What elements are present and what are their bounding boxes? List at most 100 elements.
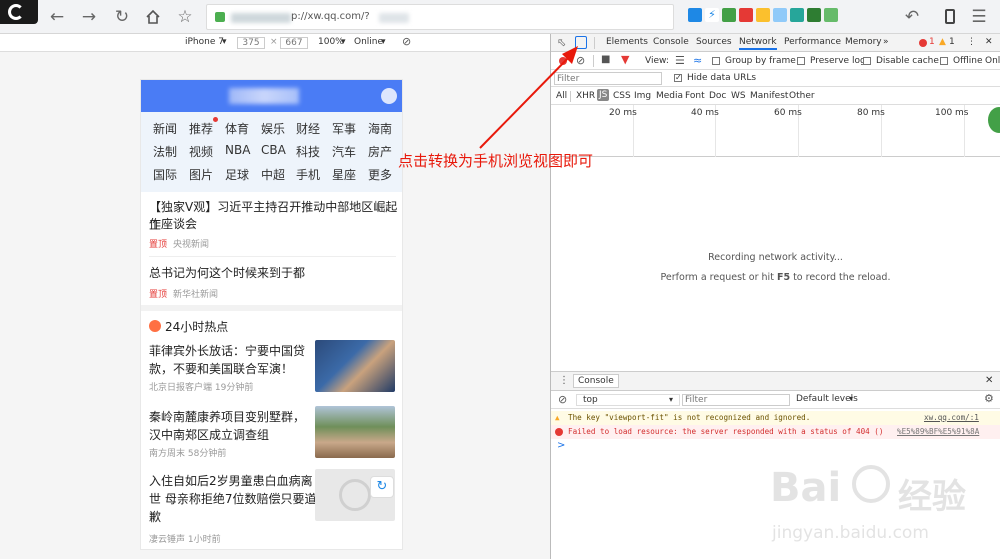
type-filter-media[interactable]: Media [656,91,683,101]
undo-icon[interactable]: ↶ [900,5,924,29]
top-news-title-cont[interactable]: 作座谈会 [149,215,197,233]
screen-ext-icon[interactable] [807,8,821,22]
tab-memory[interactable]: Memory [845,37,882,47]
height-input[interactable]: 667 [280,37,308,49]
close-drawer-icon[interactable]: ✕ [985,375,993,386]
kebab-menu-icon[interactable]: ⋮ [967,37,976,47]
disable-cache-checkbox[interactable] [863,57,871,65]
context-select[interactable]: top ▾ [576,394,680,406]
hot-news-title[interactable]: 菲律宾外长放话：宁要中国贷 [149,342,305,360]
tab-performance[interactable]: Performance [784,37,841,47]
grid-icon[interactable] [688,8,702,22]
category-item[interactable]: 房产 [368,143,392,160]
category-item[interactable]: 中超 [261,166,285,183]
lightning-icon[interactable]: ⚡ [705,8,719,22]
type-filter-font[interactable]: Font [685,91,705,101]
hot-news-title-cont[interactable]: 款，不要和美国联合军演！ [149,360,293,378]
category-item[interactable]: 财经 [296,120,320,137]
hide-data-urls-checkbox[interactable]: ✓ [674,74,682,82]
console-drawer-tab[interactable]: Console [573,374,619,388]
hot-news-title[interactable]: 秦岭南麓康养项目变别墅群， [149,408,305,426]
category-item[interactable]: NBA [225,143,250,157]
device-select[interactable]: iPhone 7 [185,37,224,47]
zoom-select[interactable]: 100% [318,37,344,47]
type-filter-ws[interactable]: WS [731,91,746,101]
hot-news-title-cont[interactable]: 汉中南郑区成立调查组 [149,426,269,444]
photo-ext-icon[interactable] [824,8,838,22]
category-item[interactable]: 推荐 [189,120,213,137]
type-filter-manifest[interactable]: Manifest [750,91,788,101]
news-thumbnail[interactable] [315,340,395,392]
category-item[interactable]: 手机 [296,166,320,183]
tab-network[interactable]: Network [739,37,777,50]
large-rows-icon[interactable]: ☰ [675,54,685,67]
category-item[interactable]: 娱乐 [261,120,285,137]
refresh-button[interactable]: ↻ [370,476,394,498]
apps-icon[interactable] [722,8,736,22]
category-item[interactable]: 新闻 [153,120,177,137]
back-icon[interactable]: ← [45,5,69,29]
capture-screenshots-icon[interactable]: ■ [601,54,610,65]
console-filter-input[interactable] [682,394,790,406]
rotate-icon[interactable]: ⊘ [402,35,411,48]
close-devtools-icon[interactable]: ✕ [985,37,993,47]
console-clear-icon[interactable]: ⊘ [558,393,567,406]
home-icon[interactable] [141,5,165,29]
search-ext-icon[interactable] [773,8,787,22]
width-input[interactable]: 375 [237,37,265,49]
type-filter-other[interactable]: Other [789,91,815,101]
error-count[interactable]: 1 [929,37,935,47]
category-item[interactable]: 军事 [332,120,356,137]
top-news-title[interactable]: 总书记为何这个时候来到于都 [149,264,305,282]
hot-news-title-cont[interactable]: 世 母亲称拒绝7位数赔偿只要道 [149,490,316,508]
preserve-log-checkbox[interactable] [797,57,805,65]
hot-news-title-cont[interactable]: 歉 [149,508,161,526]
hot-news-title[interactable]: 入住自如后2岁男童患白血病离 [149,472,313,490]
reload-icon[interactable]: ↻ [110,5,134,29]
category-item[interactable]: 汽车 [332,143,356,160]
category-item[interactable]: CBA [261,143,286,157]
tab-console[interactable]: Console [653,37,689,47]
more-tabs-icon[interactable]: » [883,37,889,47]
type-filter-img[interactable]: Img [634,91,651,101]
pdf-icon[interactable] [739,8,753,22]
filter-icon[interactable]: ▼ [621,53,629,66]
category-item[interactable]: 图片 [189,166,213,183]
tab-elements[interactable]: Elements [606,37,648,47]
warning-count[interactable]: 1 [949,37,955,47]
category-item[interactable]: 更多 [368,166,392,183]
category-item[interactable]: 足球 [225,166,249,183]
category-item[interactable]: 国际 [153,166,177,183]
news-thumbnail[interactable] [315,406,395,458]
error-source-link[interactable]: %E5%89%BF%E5%91%8A [897,425,979,439]
network-select[interactable]: Online [354,37,383,47]
mail-icon[interactable] [756,8,770,22]
menu-icon[interactable]: ☰ [967,5,991,29]
console-prompt[interactable]: > [557,440,565,451]
console-settings-icon[interactable]: ⚙ [984,392,994,405]
category-item[interactable]: 体育 [225,120,249,137]
shield-ext-icon[interactable] [790,8,804,22]
tab-sources[interactable]: Sources [696,37,732,47]
browser-logo[interactable] [0,0,38,24]
offline-checkbox[interactable] [940,57,948,65]
address-bar[interactable]: p://xw.qq.com/? [206,4,674,30]
type-filter-doc[interactable]: Doc [709,91,726,101]
category-item[interactable]: 法制 [153,143,177,160]
group-by-frame-checkbox[interactable] [712,57,720,65]
user-avatar-icon[interactable] [381,88,397,104]
warning-source-link[interactable]: xw.qq.com/:1 [924,411,979,425]
tablet-icon[interactable] [938,5,962,29]
drawer-menu-icon[interactable]: ⋮ [559,375,569,386]
star-icon[interactable]: ☆ [173,5,197,29]
category-item[interactable]: 视频 [189,143,213,160]
category-item[interactable]: 科技 [296,143,320,160]
overview-icon[interactable]: ≈ [693,54,702,67]
category-item[interactable]: 星座 [332,166,356,183]
forward-icon[interactable]: → [77,5,101,29]
type-filter-js[interactable]: JS [597,89,610,101]
category-item[interactable]: 海南 [368,120,392,137]
throttle-label[interactable]: Onl [985,56,1000,66]
hot-news-meta: 南方周末 58分钟前 [149,449,227,459]
type-filter-css[interactable]: CSS [613,91,631,101]
